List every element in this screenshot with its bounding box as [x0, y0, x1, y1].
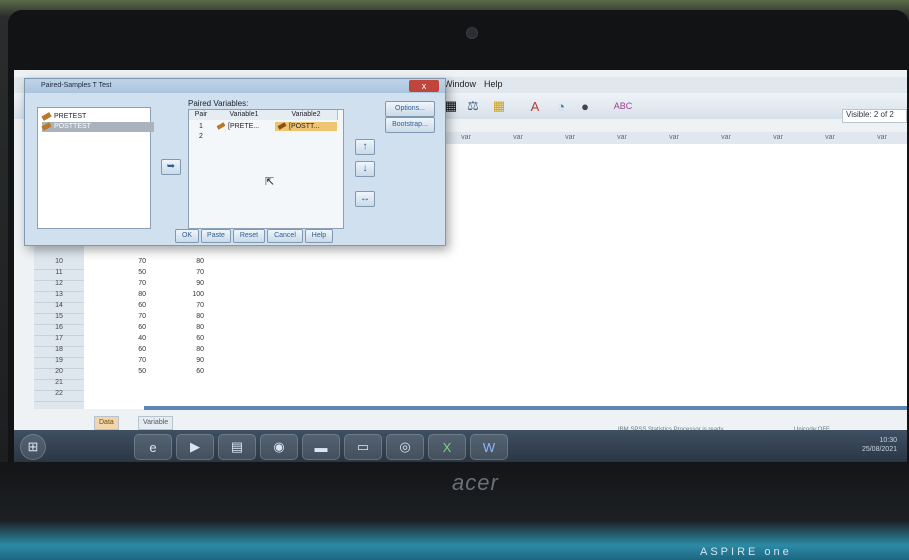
column-header-var[interactable]: var [492, 132, 545, 144]
scale-icon[interactable]: ⚖ [462, 97, 484, 115]
cell-posttest[interactable]: 90 [164, 357, 204, 368]
chrome-icon[interactable]: ◉ [260, 434, 298, 460]
clock-time: 10:30 [879, 437, 897, 444]
cell-pretest[interactable]: 80 [106, 291, 146, 302]
brand-logo: acer [452, 470, 499, 495]
ok-button[interactable]: OK [175, 229, 199, 243]
column-header-var[interactable]: var [596, 132, 649, 144]
scale-variable-icon [41, 122, 52, 131]
cell-pretest[interactable]: 50 [106, 368, 146, 379]
menu-window[interactable]: Window [444, 79, 476, 89]
reset-button[interactable]: Reset [233, 229, 265, 243]
column-header-var[interactable]: var [804, 132, 857, 144]
horizontal-scrollbar[interactable] [144, 406, 907, 410]
start-button-icon[interactable]: ⊞ [20, 434, 46, 460]
pair-number: 1 [199, 123, 203, 130]
windows-taskbar: ⊞ e ▶ ▤ ◉ ▬ ▭ ◎ X W 10:30 25/08/2021 [14, 430, 907, 462]
variable2-name: [POSTT... [289, 123, 320, 130]
scale-variable-icon [41, 112, 52, 121]
move-up-arrow-button[interactable]: ↑ [355, 139, 375, 155]
column-header-var[interactable]: var [856, 132, 907, 144]
list-item-posttest[interactable]: POSTTEST [41, 122, 154, 132]
cancel-button[interactable]: Cancel [267, 229, 303, 243]
variable-name: POSTTEST [54, 123, 91, 130]
folder-icon[interactable]: ▤ [218, 434, 256, 460]
grid-icon[interactable]: ▦ [488, 97, 510, 115]
column-header-var[interactable]: var [440, 132, 493, 144]
column-header-variable1: Variable1 [213, 110, 276, 120]
system-tray[interactable]: 10:30 25/08/2021 [862, 436, 897, 454]
help-button[interactable]: Help [305, 229, 333, 243]
source-variable-list[interactable]: PRETEST POSTTEST [37, 107, 154, 229]
column-header-variable2: Variable2 [275, 110, 338, 120]
excel-icon[interactable]: X [428, 434, 466, 460]
pair-variable1[interactable]: [PRETE... [216, 122, 275, 131]
circles-icon[interactable]: ◔ [550, 97, 572, 115]
variable-name: PRETEST [54, 113, 87, 120]
menu-help[interactable]: Help [484, 79, 503, 89]
paired-variables-label: Paired Variables: [188, 99, 249, 108]
column-header-var[interactable]: var [544, 132, 597, 144]
cell-posttest[interactable]: 60 [164, 368, 204, 379]
column-header-var[interactable]: var [752, 132, 805, 144]
dialog-title: Paired-Samples T Test [25, 79, 445, 93]
cell-posttest[interactable]: 70 [164, 302, 204, 313]
media-player-icon[interactable]: ▶ [176, 434, 214, 460]
pair-number: 2 [199, 133, 203, 140]
cell-pretest[interactable]: 60 [106, 302, 146, 313]
cell-posttest[interactable]: 60 [164, 335, 204, 346]
paired-variables-table[interactable]: Pair Variable1 Variable2 1 [PRETE... [PO… [188, 109, 344, 229]
move-down-arrow-button[interactable]: ↓ [355, 161, 375, 177]
internet-explorer-icon[interactable]: e [134, 434, 172, 460]
pair-variable2[interactable]: [POSTT... [275, 122, 337, 131]
cell-posttest[interactable]: 90 [164, 280, 204, 291]
paired-samples-t-test-dialog: Paired-Samples T Test x PRETEST POSTTEST… [24, 78, 446, 246]
visible-count: Visible: 2 of 2 [842, 109, 907, 123]
cell-pretest[interactable]: 70 [106, 258, 146, 269]
cell-posttest[interactable]: 80 [164, 258, 204, 269]
model-logo: ASPIRE one [700, 546, 792, 558]
cell-pretest[interactable]: 40 [106, 335, 146, 346]
list-item-pretest[interactable]: PRETEST [41, 112, 87, 122]
bootstrap-button[interactable]: Bootstrap... [385, 117, 435, 133]
scale-variable-icon [216, 122, 226, 130]
clock-date: 25/08/2021 [861, 446, 897, 453]
cell-posttest[interactable]: 100 [164, 291, 204, 302]
column-header-pair: Pair [189, 110, 214, 120]
close-button[interactable]: x [409, 80, 439, 92]
cell-pretest[interactable]: 70 [106, 313, 146, 324]
row-number[interactable]: 22 [34, 390, 84, 402]
abc-spell-icon[interactable]: ABC [612, 97, 634, 115]
move-right-arrow-button[interactable]: ➥ [161, 159, 181, 175]
spss-icon[interactable]: ◎ [386, 434, 424, 460]
cell-pretest[interactable]: 50 [106, 269, 146, 280]
swap-arrow-button[interactable]: ↔ [355, 191, 375, 207]
cell-pretest[interactable]: 70 [106, 357, 146, 368]
word-icon[interactable]: W [470, 434, 508, 460]
scale-variable-icon [277, 122, 287, 130]
column-header-var[interactable]: var [648, 132, 701, 144]
cell-posttest[interactable]: 80 [164, 313, 204, 324]
webcam [466, 27, 478, 39]
cell-pretest[interactable]: 70 [106, 280, 146, 291]
screen: Window Help ▦ ⚖ ▦ A ◔ ● ABC Visible: 2 o… [14, 70, 907, 460]
paste-button[interactable]: Paste [201, 229, 231, 243]
variable1-name: [PRETE... [228, 123, 260, 130]
cell-pretest[interactable]: 60 [106, 346, 146, 357]
cell-pretest[interactable]: 60 [106, 324, 146, 335]
column-header-var[interactable]: var [700, 132, 753, 144]
window-icon[interactable]: ▭ [344, 434, 382, 460]
options-button[interactable]: Options... [385, 101, 435, 117]
cell-posttest[interactable]: 80 [164, 324, 204, 335]
value-labels-icon[interactable]: A [524, 97, 546, 115]
mouse-cursor-icon: ⇱ [265, 176, 275, 188]
app-icon[interactable]: ▬ [302, 434, 340, 460]
sets-icon[interactable]: ● [574, 97, 596, 115]
cell-posttest[interactable]: 80 [164, 346, 204, 357]
cell-posttest[interactable]: 70 [164, 269, 204, 280]
